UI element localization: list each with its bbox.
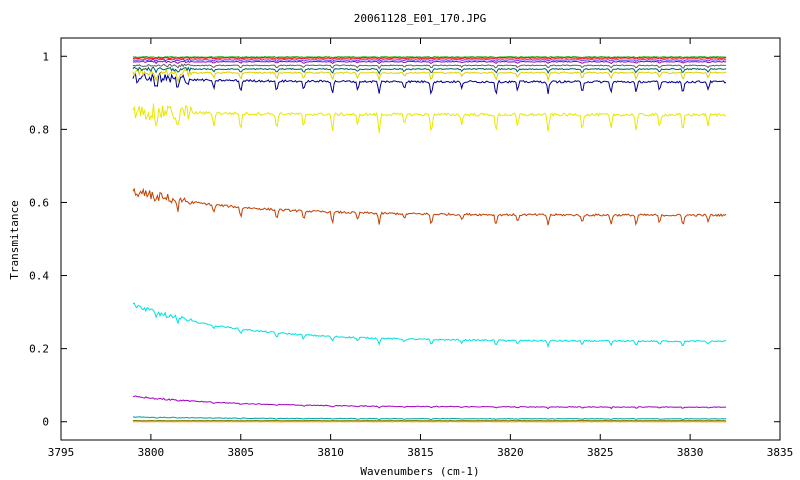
x-tick-label: 3815 (407, 446, 434, 459)
y-tick-label: 0.8 (29, 123, 49, 136)
x-tick-label: 3810 (317, 446, 344, 459)
x-tick-label: 3795 (48, 446, 75, 459)
y-tick-label: 0 (42, 416, 49, 429)
x-tick-label: 3825 (587, 446, 614, 459)
x-tick-label: 3805 (228, 446, 255, 459)
y-axis-title: Transmitance (8, 200, 21, 279)
x-axis-title: Wavenumbers (cm-1) (360, 465, 479, 478)
chart-background (0, 0, 800, 480)
x-tick-label: 3820 (497, 446, 524, 459)
chart-title: 20061128_E01_170.JPG (354, 12, 486, 25)
chart: 20061128_E01_170.JPG 3795 3800 3805 3810 381… (0, 0, 800, 480)
y-tick-label: 0.6 (29, 196, 49, 209)
y-tick-label: 1 (42, 50, 49, 63)
x-tick-label: 3835 (767, 446, 794, 459)
y-tick-label: 0.4 (29, 270, 49, 283)
x-tick-label: 3800 (138, 446, 165, 459)
x-tick-label: 3830 (677, 446, 704, 459)
y-tick-label: 0.2 (29, 343, 49, 356)
